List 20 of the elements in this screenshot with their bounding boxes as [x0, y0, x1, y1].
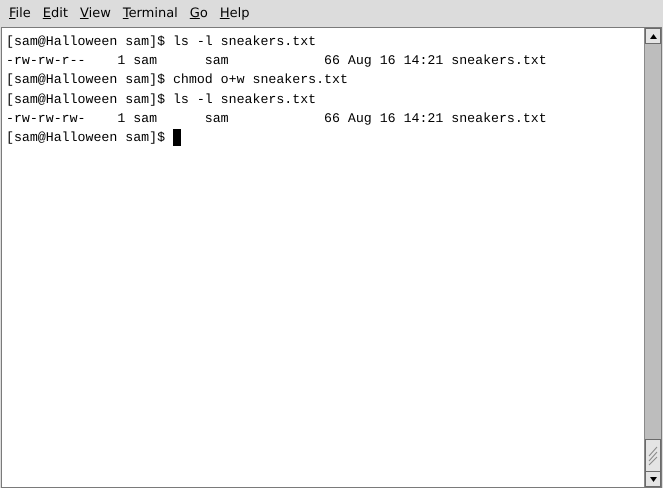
terminal-line: [sam@Halloween sam]$ chmod o+w sneakers.txt	[6, 71, 348, 90]
terminal-line: [sam@Halloween sam]$	[6, 129, 166, 148]
menu-item[interactable]: Help	[214, 2, 256, 24]
terminal-line: -rw-rw-rw- 1 sam sam 66 Aug 16 14:21 sneakers.txt	[6, 110, 547, 128]
up-arrow-icon	[650, 34, 656, 38]
menu-item[interactable]: Terminal	[116, 2, 184, 24]
menu-item[interactable]: Go	[184, 2, 214, 24]
menu-item[interactable]: View	[74, 2, 117, 24]
grip-lines-icon	[648, 446, 658, 466]
terminal-line: [sam@Halloween sam]$ ls -l sneakers.txt	[6, 33, 316, 51]
scrollbar-thumb[interactable]	[645, 439, 661, 471]
terminal-line: -rw-rw-r-- 1 sam sam 66 Aug 16 14:21 sneakers.txt	[6, 52, 547, 70]
menu-item[interactable]: Edit	[36, 2, 74, 24]
scrollbar[interactable]	[644, 28, 661, 487]
scroll-down-button[interactable]	[645, 471, 661, 487]
menu-item[interactable]: File	[3, 2, 37, 24]
text-cursor	[172, 129, 181, 146]
terminal-line: [sam@Halloween sam]$ ls -l sneakers.txt	[6, 90, 316, 109]
scroll-up-button[interactable]	[645, 28, 661, 44]
down-arrow-icon	[650, 476, 656, 482]
